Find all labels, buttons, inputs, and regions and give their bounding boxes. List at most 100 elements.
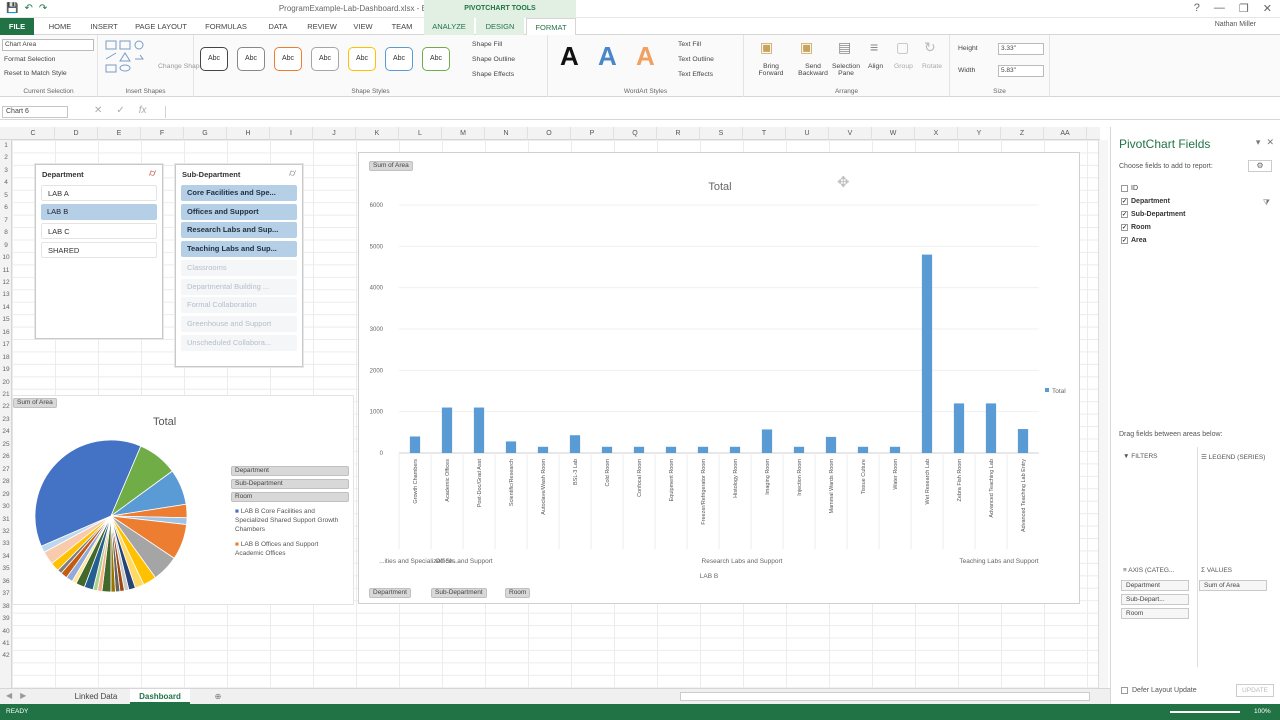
column-header[interactable]: I [270, 127, 313, 140]
chart-element-dropdown[interactable]: Chart Area [2, 39, 94, 51]
row-header[interactable]: 35 [0, 565, 12, 572]
row-header[interactable]: 40 [0, 628, 12, 635]
column-header[interactable]: X [915, 127, 958, 140]
axis-item[interactable]: Room [1121, 608, 1189, 619]
values-item[interactable]: Sum of Area [1199, 580, 1267, 591]
enter-icon[interactable]: ✓ [116, 105, 124, 116]
align-button[interactable]: Align [868, 63, 883, 70]
row-header[interactable]: 9 [0, 242, 12, 249]
row-header[interactable]: 27 [0, 466, 12, 473]
text-fill-button[interactable]: Text Fill [678, 41, 701, 48]
restore-icon[interactable]: ❐ [1239, 2, 1249, 15]
wordart-style-black[interactable]: A [560, 41, 579, 72]
text-effects-button[interactable]: Text Effects [678, 71, 713, 78]
defer-checkbox[interactable] [1121, 687, 1128, 694]
tab-analyze[interactable]: ANALYZE [424, 18, 474, 35]
bar[interactable] [633, 446, 645, 453]
column-header[interactable]: G [184, 127, 227, 140]
cancel-icon[interactable]: ✕ [94, 105, 102, 116]
bar[interactable] [665, 446, 677, 453]
bar[interactable] [985, 403, 997, 453]
bar[interactable] [793, 446, 805, 453]
sub-department-slicer-item[interactable]: Teaching Labs and Sup... [181, 241, 297, 258]
wordart-style-blue[interactable]: A [598, 41, 617, 72]
shapes-gallery-icon[interactable] [104, 39, 154, 75]
row-header[interactable]: 28 [0, 478, 12, 485]
column-header[interactable]: K [356, 127, 399, 140]
sheet-tab-dashboard[interactable]: Dashboard [130, 689, 190, 704]
row-header[interactable]: 37 [0, 590, 12, 597]
row-header[interactable]: 1 [0, 142, 12, 149]
bar-chart[interactable]: Sum of Area ✥ Total 0 1000 2000 3000 4000 5000… [358, 152, 1080, 604]
pane-field-row[interactable]: ✓ Department [1121, 198, 1170, 205]
bar[interactable] [537, 446, 549, 453]
zoom-slider[interactable] [1170, 711, 1240, 713]
shape-style-4[interactable]: Abc [311, 47, 339, 71]
row-header[interactable]: 24 [0, 428, 12, 435]
pie-filter-department[interactable]: Department [231, 466, 349, 476]
zoom-level[interactable]: 100% [1254, 704, 1271, 720]
column-header[interactable]: L [399, 127, 442, 140]
row-header[interactable]: 16 [0, 329, 12, 336]
sheet-tab-linked-data[interactable]: Linked Data [64, 689, 128, 704]
axis-item[interactable]: Department [1121, 580, 1189, 591]
row-header[interactable]: 2 [0, 154, 12, 161]
horizontal-scrollbar[interactable] [680, 692, 1090, 701]
department-slicer-item[interactable]: LAB A [41, 185, 157, 201]
pane-field-checkbox[interactable] [1121, 185, 1128, 192]
column-header[interactable]: W [872, 127, 915, 140]
shape-outline-button[interactable]: Shape Outline [472, 56, 515, 63]
wordart-style-orange[interactable]: A [636, 41, 655, 72]
bar[interactable] [825, 436, 837, 453]
bar[interactable] [761, 429, 773, 453]
row-header[interactable]: 7 [0, 217, 12, 224]
row-header[interactable]: 11 [0, 267, 12, 274]
bar[interactable] [569, 435, 581, 453]
bar[interactable] [921, 254, 933, 453]
tab-home[interactable]: HOME [40, 18, 80, 35]
department-slicer-item[interactable]: LAB B [41, 204, 157, 220]
width-input[interactable]: 5.83" [998, 65, 1044, 77]
row-header[interactable]: 15 [0, 316, 12, 323]
column-header[interactable]: AA [1044, 127, 1087, 140]
tab-formulas[interactable]: FORMULAS [198, 18, 254, 35]
tab-data[interactable]: DATA [258, 18, 298, 35]
row-header[interactable]: 17 [0, 341, 12, 348]
pane-field-row[interactable]: ID [1121, 185, 1138, 192]
minimize-icon[interactable]: — [1214, 2, 1225, 15]
sub-department-slicer-item[interactable]: Formal Collaboration [181, 297, 297, 314]
row-header[interactable]: 32 [0, 528, 12, 535]
bar-filter-sub-department[interactable]: Sub-Department [431, 588, 487, 598]
row-header[interactable]: 22 [0, 403, 12, 410]
row-header[interactable]: 14 [0, 304, 12, 311]
sub-department-slicer-item[interactable]: Departmental Building ... [181, 278, 297, 295]
align-icon[interactable]: ≡ [870, 39, 878, 55]
department-slicer-item[interactable]: LAB C [41, 223, 157, 239]
sub-department-slicer-item[interactable]: Offices and Support [181, 203, 297, 220]
row-header[interactable]: 4 [0, 179, 12, 186]
insert-function-icon[interactable]: fx [139, 105, 147, 116]
row-header[interactable]: 30 [0, 503, 12, 510]
column-header[interactable]: Z [1001, 127, 1044, 140]
shape-style-7[interactable]: Abc [422, 47, 450, 71]
selection-pane-icon[interactable]: ▤ [838, 39, 851, 56]
pie-chart[interactable]: Sum of Area Total Department Sub-Departm… [12, 395, 354, 605]
shape-style-5[interactable]: Abc [348, 47, 376, 71]
name-box[interactable]: Chart 6 [2, 106, 68, 118]
filter-icon[interactable]: ⌭ [289, 168, 296, 179]
department-slicer-item[interactable]: SHARED [41, 242, 157, 258]
bar[interactable] [729, 446, 741, 453]
row-header[interactable]: 29 [0, 491, 12, 498]
bar[interactable] [601, 446, 613, 453]
pane-field-row[interactable]: ✓ Area [1121, 237, 1147, 244]
column-header[interactable]: H [227, 127, 270, 140]
row-header[interactable]: 13 [0, 291, 12, 298]
tab-team[interactable]: TEAM [384, 18, 420, 35]
axis-item[interactable]: Sub-Depart... [1121, 594, 1189, 605]
sub-department-slicer-item[interactable]: Classrooms [181, 259, 297, 276]
shape-style-6[interactable]: Abc [385, 47, 413, 71]
row-header[interactable]: 21 [0, 391, 12, 398]
bar[interactable] [505, 441, 517, 453]
bar[interactable] [441, 407, 453, 453]
column-header[interactable]: J [313, 127, 356, 140]
